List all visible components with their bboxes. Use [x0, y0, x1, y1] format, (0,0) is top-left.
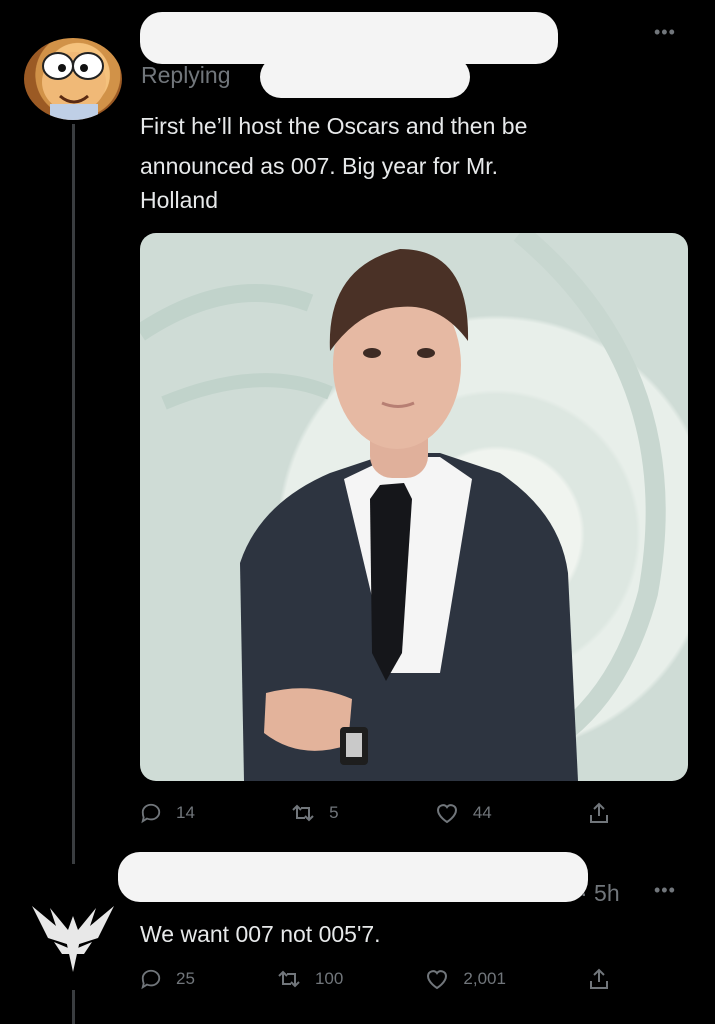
retweet-icon: [277, 968, 301, 990]
like-button[interactable]: 44: [435, 802, 492, 824]
tweet-text-line-3: Holland: [140, 187, 218, 213]
heart-icon: [425, 968, 449, 990]
heart-icon: [435, 802, 459, 824]
like-count: 44: [472, 803, 492, 822]
tweet1-actions: 14 5 44: [140, 801, 610, 825]
tweet2-actions: 25 100 2,001: [140, 967, 610, 991]
avatar[interactable]: [28, 896, 118, 974]
share-icon: [588, 801, 610, 825]
more-icon[interactable]: •••: [654, 22, 676, 43]
retweet-count: 5: [329, 803, 339, 822]
reply-icon: [140, 968, 162, 990]
reply-button[interactable]: 14: [140, 802, 195, 824]
retweet-count: 100: [314, 969, 344, 988]
reply-count: 25: [176, 969, 195, 988]
tweet-photo[interactable]: [140, 233, 688, 781]
tweet-text-line-1: First he’ll host the Oscars and then be: [140, 113, 528, 139]
more-icon[interactable]: •••: [654, 880, 676, 901]
retweet-icon: [291, 802, 315, 824]
like-count: 2,001: [463, 969, 506, 988]
share-button[interactable]: [588, 967, 610, 991]
reply-count: 14: [176, 803, 195, 822]
replying-label: Replying: [141, 62, 231, 88]
avatar[interactable]: [24, 38, 122, 120]
reply-button[interactable]: 25: [140, 968, 195, 990]
like-button[interactable]: 2,001: [425, 968, 506, 990]
redacted-display-name-2: [118, 852, 588, 902]
tweet2-text: We want 007 not 005'7.: [140, 921, 381, 947]
redacted-handle: [260, 56, 470, 98]
retweet-button[interactable]: 100: [277, 968, 343, 990]
thread-line-bottom: [72, 990, 75, 1024]
reply-icon: [140, 802, 162, 824]
share-button[interactable]: [588, 801, 610, 825]
tweet-time: · 5h: [580, 880, 620, 906]
share-icon: [588, 967, 610, 991]
retweet-button[interactable]: 5: [291, 802, 339, 824]
thread-line-top: [72, 124, 75, 864]
